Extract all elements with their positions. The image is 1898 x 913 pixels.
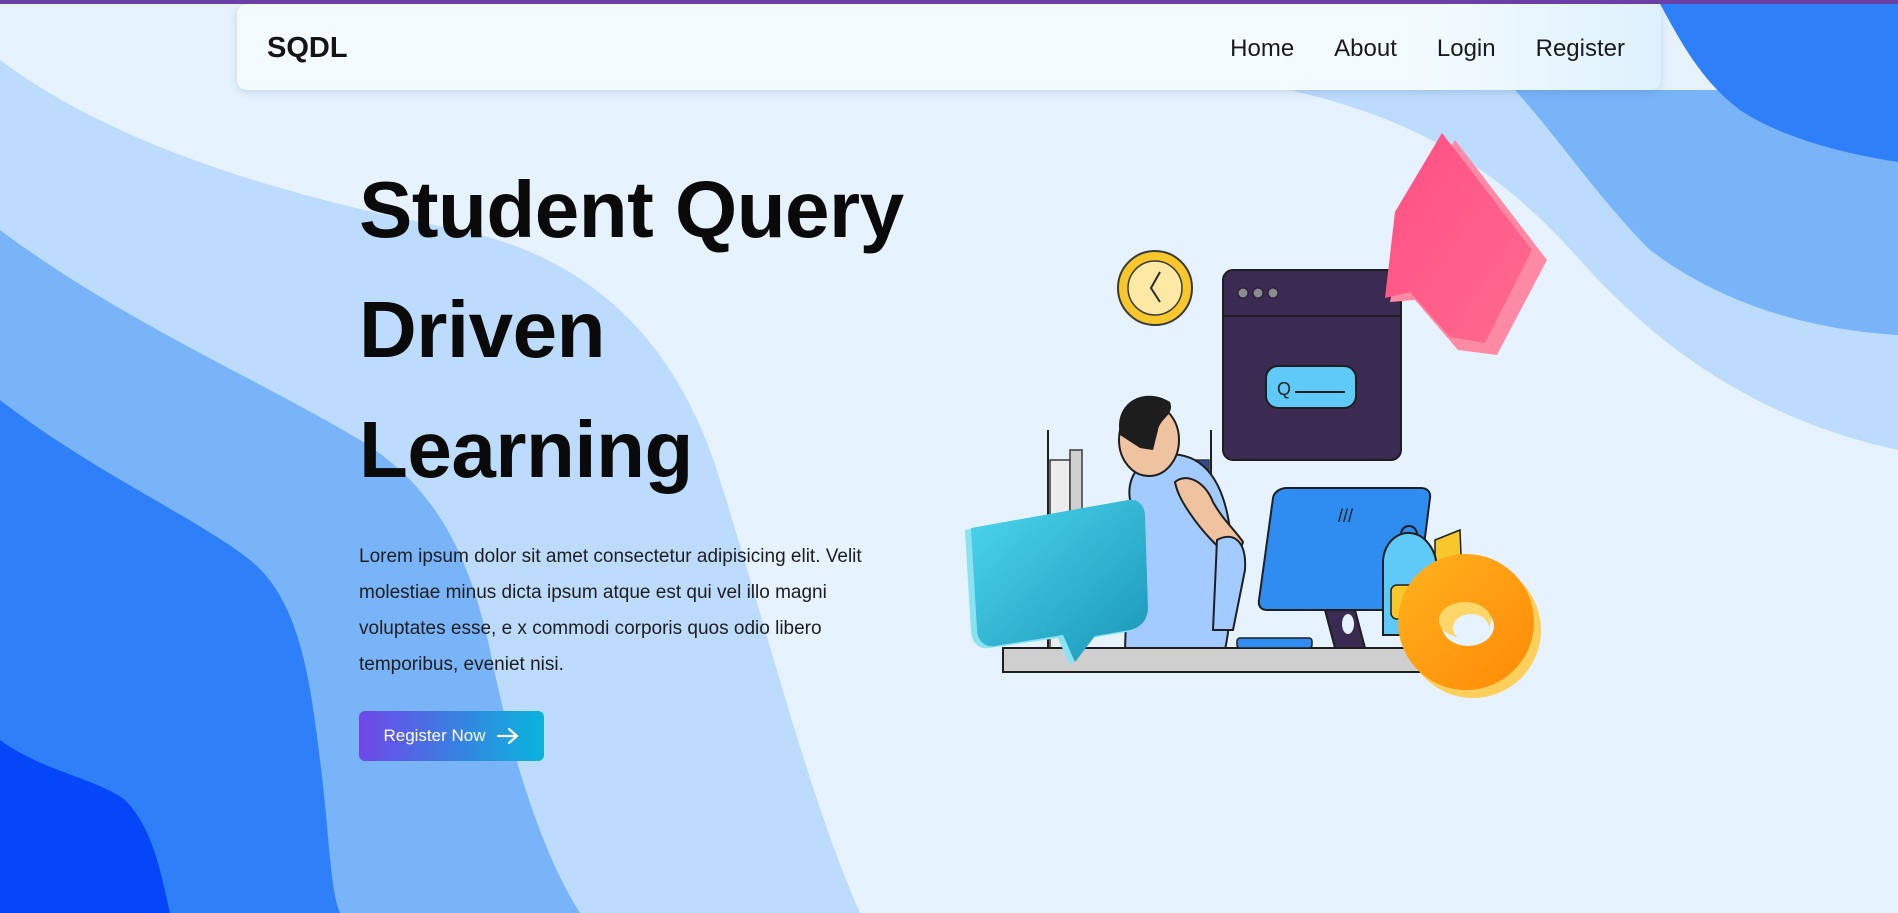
top-accent-line: [0, 0, 1898, 4]
nav-about-link[interactable]: About: [1334, 35, 1397, 63]
monitor-screen-text: ///: [1338, 506, 1353, 526]
search-glyph: Q: [1277, 379, 1291, 399]
register-now-label: Register Now: [383, 726, 486, 745]
hero-illustration: Q ///: [965, 133, 1547, 698]
search-bar-icon: Q: [1265, 365, 1357, 409]
hero-title-line: Driven: [359, 285, 605, 374]
clock-icon: [1117, 250, 1193, 326]
arrow-right-icon: [496, 727, 518, 745]
hero-description: Lorem ipsum dolor sit amet consectetur a…: [359, 546, 862, 675]
nav-login-link[interactable]: Login: [1437, 35, 1496, 63]
brand-logo[interactable]: SQDL: [267, 32, 348, 65]
donut-icon: [1398, 554, 1541, 698]
nav-home-link[interactable]: Home: [1230, 35, 1294, 63]
top-navbar: SQDL Home About Login Register: [237, 4, 1661, 90]
nav-links: Home About Login Register: [1230, 35, 1625, 63]
hero-title: Student Query Driven Learning: [359, 150, 959, 510]
hero-title-line: Learning: [359, 405, 693, 494]
register-now-button[interactable]: Register Now: [359, 711, 544, 761]
nav-register-link[interactable]: Register: [1536, 35, 1625, 63]
speech-bubble-icon: [1385, 133, 1547, 355]
hero-title-line: Student Query: [359, 165, 904, 254]
